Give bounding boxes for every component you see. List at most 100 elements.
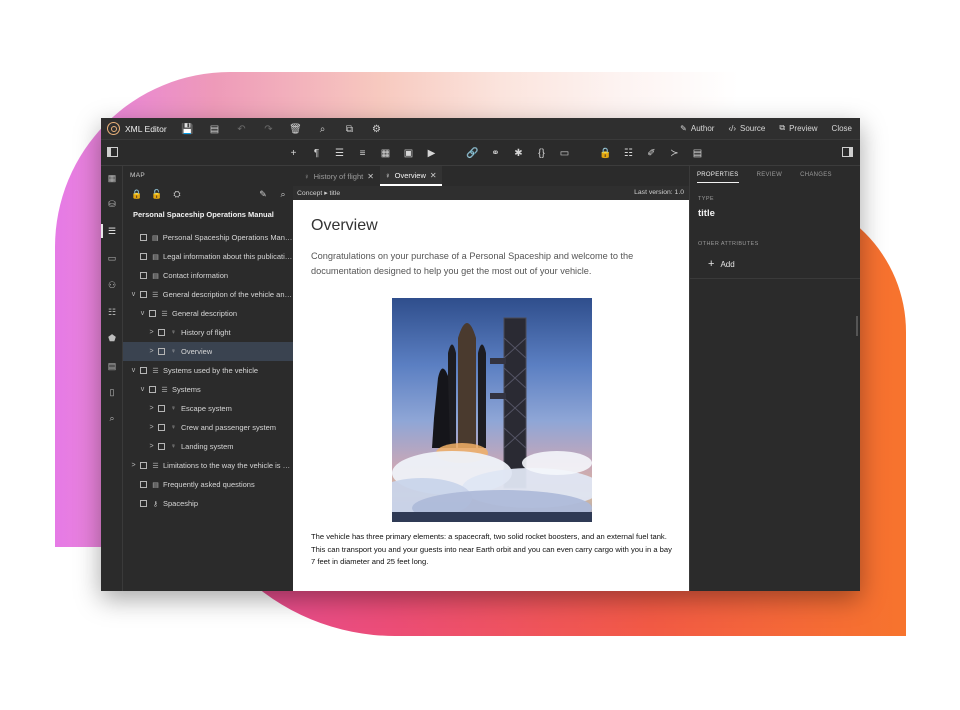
tab-review[interactable]: REVIEW [757, 172, 782, 183]
preview-window-icon[interactable]: ⧉ [342, 122, 357, 136]
video-icon[interactable]: ▶ [425, 146, 438, 160]
checkbox[interactable] [158, 329, 165, 336]
author-mode-button[interactable]: ✎ Author [680, 123, 714, 133]
find-replace-icon[interactable]: ⌕ [315, 122, 330, 136]
map-find-icon[interactable]: ⌕ [277, 188, 289, 201]
document-canvas[interactable]: Overview Congratulations on your purchas… [293, 200, 689, 591]
folder-settings-icon[interactable]: ▤ [691, 146, 704, 160]
checkbox[interactable] [158, 348, 165, 355]
intro-paragraph[interactable]: Congratulations on your purchase of a Pe… [311, 249, 671, 278]
tag-icon[interactable]: ⬟ [106, 332, 118, 344]
metadata-icon[interactable]: ▤ [106, 360, 118, 372]
tab-history-of-flight[interactable]: ♀ History of flight ✕ [299, 166, 379, 186]
components-icon[interactable]: ⚇ [106, 279, 118, 291]
map-item[interactable]: ▤ Personal Spaceship Operations Manual [123, 228, 293, 247]
map-item[interactable]: v ☰ Systems used by the vehicle [123, 361, 293, 380]
save-icon[interactable]: 💾 [180, 122, 195, 136]
map-item[interactable]: ⚷ Spaceship [123, 494, 293, 513]
table-icon[interactable]: ▦ [379, 146, 392, 160]
lock-icon[interactable]: 🔒 [131, 188, 143, 201]
map-item[interactable]: ▤ Frequently asked questions [123, 475, 293, 494]
map-settings-icon[interactable]: ⛭ [171, 188, 183, 201]
preview-mode-button[interactable]: ⧉ Preview [779, 123, 817, 133]
checkbox[interactable] [158, 405, 165, 412]
edit-map-icon[interactable]: ✎ [257, 188, 269, 201]
close-tab-icon[interactable]: ✕ [367, 172, 374, 181]
cross-reference-icon[interactable]: ⚭ [489, 146, 502, 160]
snippet-icon[interactable]: ▭ [558, 146, 571, 160]
checkbox[interactable] [158, 443, 165, 450]
highlight-icon[interactable]: ✐ [645, 146, 658, 160]
checkbox[interactable] [140, 253, 147, 260]
symbol-icon[interactable]: ✱ [512, 146, 525, 160]
map-item[interactable]: v ☰ Systems [123, 380, 293, 399]
lock-icon[interactable]: 🔒 [599, 146, 612, 160]
undo-icon[interactable]: ↶ [234, 122, 249, 136]
checkbox[interactable] [139, 234, 147, 241]
search-icon[interactable]: ⌕ [106, 412, 118, 424]
map-item[interactable]: ▤ Legal information about this publicati… [123, 247, 293, 266]
insert-element-icon[interactable]: + [287, 146, 300, 160]
map-item[interactable]: v ☰ General description [123, 304, 293, 323]
save-version-icon[interactable]: ▤ [207, 122, 222, 136]
paragraph-icon[interactable]: ¶ [310, 146, 323, 160]
link-icon[interactable]: 🔗 [466, 146, 479, 160]
chevron-down-icon[interactable]: v [129, 367, 138, 374]
map-item[interactable]: > ♀ Crew and passenger system [123, 418, 293, 437]
braces-icon[interactable]: {} [535, 146, 548, 160]
body-paragraph[interactable]: The vehicle has three primary elements: … [311, 531, 673, 569]
topic-title[interactable]: Overview [311, 217, 378, 235]
grid-icon[interactable]: ▦ [106, 172, 118, 184]
chevron-down-icon[interactable]: v [138, 310, 147, 317]
track-changes-icon[interactable]: ☷ [622, 146, 635, 160]
chevron-right-icon[interactable]: > [129, 462, 138, 469]
database-icon[interactable]: ⛁ [106, 198, 118, 210]
breadcrumb-item-title[interactable]: title [330, 190, 341, 197]
chevron-right-icon[interactable]: > [147, 443, 156, 450]
settings-gear-icon[interactable]: ⚙ [369, 122, 384, 136]
unlock-icon[interactable]: 🔓 [151, 188, 163, 201]
shortcut-icon[interactable]: ≻ [668, 146, 681, 160]
preview-pane-icon[interactable]: ▭ [106, 252, 118, 264]
map-item[interactable]: > ♀ History of flight [123, 323, 293, 342]
map-item[interactable]: ▤ Contact information [123, 266, 293, 285]
close-button[interactable]: Close [832, 123, 852, 133]
delete-icon[interactable]: 🗑 [288, 122, 303, 136]
tab-properties[interactable]: PROPERTIES [697, 172, 739, 183]
checkbox[interactable] [149, 310, 156, 317]
checkbox[interactable] [140, 462, 147, 469]
tab-overview[interactable]: ♀ Overview ✕ [380, 166, 442, 186]
close-tab-icon[interactable]: ✕ [430, 171, 437, 180]
checkbox[interactable] [140, 481, 147, 488]
map-item[interactable]: v ☰ General description of the vehicle a… [123, 285, 293, 304]
bulleted-list-icon[interactable]: ≡ [356, 146, 369, 160]
map-item-selected[interactable]: > ♀ Overview [123, 342, 293, 361]
checkbox[interactable] [140, 272, 147, 279]
redo-icon[interactable]: ↷ [261, 122, 276, 136]
map-item[interactable]: > ☰ Limitations to the way the vehicle i… [123, 456, 293, 475]
checkbox[interactable] [149, 386, 156, 393]
chevron-right-icon[interactable]: > [147, 424, 156, 431]
source-mode-button[interactable]: ‹/› Source [728, 123, 765, 133]
outline-list-icon[interactable]: ☷ [106, 306, 118, 318]
chevron-down-icon[interactable]: v [138, 386, 147, 393]
map-item[interactable]: > ♀ Escape system [123, 399, 293, 418]
map-item[interactable]: > ♀ Landing system [123, 437, 293, 456]
add-attribute-button[interactable]: + Add [708, 258, 735, 270]
document-icon[interactable]: ▯ [106, 386, 118, 398]
breadcrumb-item-concept[interactable]: Concept [297, 190, 322, 197]
chevron-right-icon[interactable]: > [147, 348, 156, 355]
chevron-down-icon[interactable]: v [129, 291, 138, 298]
checkbox[interactable] [140, 367, 147, 374]
map-outline-icon[interactable]: ☰ [106, 225, 118, 237]
toggle-right-panel-icon[interactable] [842, 147, 853, 157]
chevron-right-icon[interactable]: > [147, 405, 156, 412]
panel-scrollbar[interactable] [856, 316, 858, 336]
checkbox[interactable] [158, 424, 165, 431]
chevron-right-icon[interactable]: > [147, 329, 156, 336]
space-shuttle-launch-image[interactable] [392, 298, 592, 522]
image-icon[interactable]: ▣ [402, 146, 415, 160]
tab-changes[interactable]: CHANGES [800, 172, 832, 183]
toggle-left-panel-icon[interactable] [107, 147, 118, 157]
checkbox[interactable] [139, 291, 147, 298]
